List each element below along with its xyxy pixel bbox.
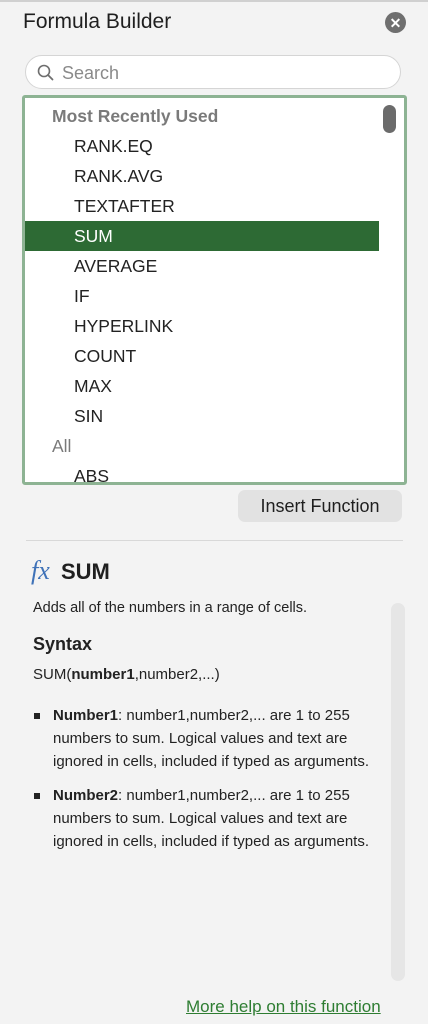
syntax-text: SUM(number1,number2,...): [33, 666, 220, 683]
list-scrollbar[interactable]: [380, 98, 400, 482]
argument-item: Number2: number1,number2,... are 1 to 25…: [33, 784, 378, 853]
search-input[interactable]: [60, 60, 394, 86]
function-item[interactable]: IF: [25, 281, 379, 311]
function-description: Adds all of the numbers in a range of ce…: [33, 600, 308, 616]
panel-title: Formula Builder: [23, 10, 172, 33]
argument-name: Number1: [53, 707, 119, 724]
function-item[interactable]: MAX: [25, 371, 379, 401]
argument-item: Number1: number1,number2,... are 1 to 25…: [33, 704, 378, 773]
detail-scrollbar[interactable]: [391, 603, 405, 981]
function-item[interactable]: AVERAGE: [25, 251, 379, 281]
function-item[interactable]: SIN: [25, 401, 379, 431]
function-list[interactable]: Most Recently Used RANK.EQ RANK.AVG TEXT…: [22, 95, 407, 485]
function-name: SUM: [61, 559, 110, 584]
syntax-arg: number1: [71, 666, 135, 683]
insert-function-button[interactable]: Insert Function: [238, 490, 402, 522]
close-icon[interactable]: ✕: [385, 12, 406, 33]
syntax-heading: Syntax: [33, 634, 93, 654]
function-item[interactable]: TEXTAFTER: [25, 191, 379, 221]
function-item[interactable]: COUNT: [25, 341, 379, 371]
function-item-selected[interactable]: SUM: [25, 221, 379, 251]
argument-list: Number1: number1,number2,... are 1 to 25…: [33, 704, 378, 864]
syntax-prefix: SUM(: [33, 666, 72, 683]
top-border: [0, 0, 428, 2]
group-header-all: All: [52, 436, 72, 456]
syntax-suffix: ,number2,...): [134, 666, 220, 683]
search-box[interactable]: [25, 55, 401, 89]
function-item[interactable]: ABS: [25, 461, 379, 482]
group-header-most-recent: Most Recently Used: [52, 106, 219, 126]
bullet-icon: [34, 793, 40, 799]
function-item[interactable]: HYPERLINK: [25, 311, 379, 341]
bullet-icon: [34, 713, 40, 719]
more-help-link[interactable]: More help on this function: [186, 997, 381, 1017]
fx-icon: fx: [31, 556, 50, 585]
search-icon: [37, 64, 54, 81]
function-item[interactable]: RANK.EQ: [25, 131, 379, 161]
list-scroll-thumb[interactable]: [383, 105, 396, 133]
divider: [26, 540, 403, 541]
function-item[interactable]: RANK.AVG: [25, 161, 379, 191]
argument-name: Number2: [53, 787, 119, 804]
